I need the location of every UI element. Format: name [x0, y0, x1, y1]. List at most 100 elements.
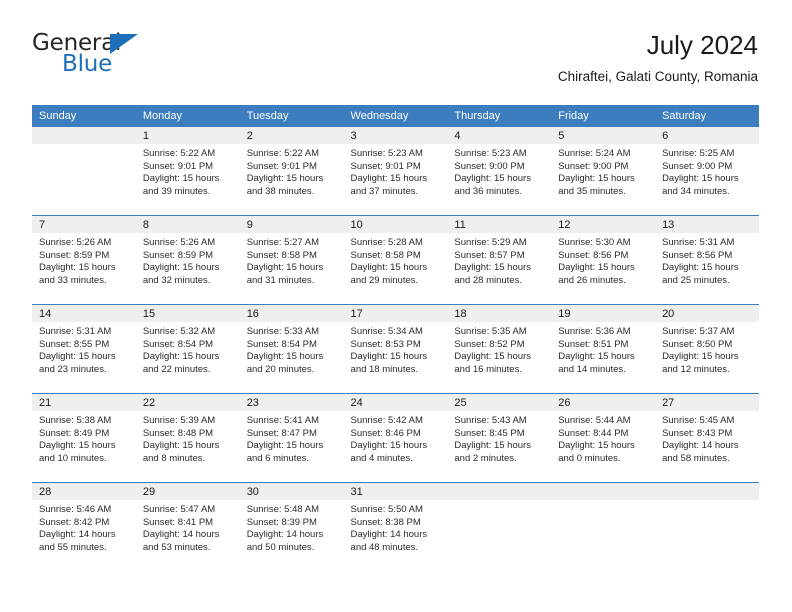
calendar-day-cell[interactable]: [447, 482, 552, 571]
general-blue-logo[interactable]: General Blue: [32, 30, 162, 77]
day-sun-info: Sunrise: 5:27 AM Sunset: 8:58 PM Daylight:…: [240, 233, 344, 287]
day-sun-info: Sunrise: 5:43 AM Sunset: 8:45 PM Daylight:…: [447, 411, 551, 465]
day-cell: 12 Sunrise: 5:30 AM Sunset: 8:56 PM Dayligh…: [551, 216, 656, 304]
empty-day-cell: [551, 483, 656, 571]
day-cell: 10 Sunrise: 5:28 AM Sunset: 8:58 PM Dayligh…: [343, 216, 448, 304]
weekday-header-tuesday: Tuesday: [239, 105, 344, 127]
calendar-day-cell[interactable]: 26 Sunrise: 5:44 AM Sunset: 8:44 PM Dayligh…: [551, 393, 656, 483]
calendar-day-cell[interactable]: 25 Sunrise: 5:43 AM Sunset: 8:45 PM Dayligh…: [447, 393, 552, 483]
sunrise-text: Sunrise: 5:46 AM: [39, 504, 112, 515]
calendar-day-cell[interactable]: 5 Sunrise: 5:24 AM Sunset: 9:00 PM Daylight…: [551, 127, 656, 216]
daylight-text: Daylight: 15 hours: [454, 262, 531, 274]
day-cell: 13 Sunrise: 5:31 AM Sunset: 8:56 PM Dayligh…: [655, 216, 759, 304]
calendar-day-cell[interactable]: 18 Sunrise: 5:35 AM Sunset: 8:52 PM Dayligh…: [447, 304, 552, 394]
calendar-day-cell[interactable]: 21 Sunrise: 5:38 AM Sunset: 8:49 PM Dayligh…: [32, 393, 136, 483]
calendar-day-cell[interactable]: 24 Sunrise: 5:42 AM Sunset: 8:46 PM Dayligh…: [343, 393, 448, 483]
day-number: 15: [135, 305, 240, 322]
calendar-day-cell[interactable]: [655, 482, 759, 571]
sunset-text: Sunset: 8:57 PM: [454, 249, 525, 261]
calendar-day-cell[interactable]: 9 Sunrise: 5:27 AM Sunset: 8:58 PM Daylight…: [239, 215, 344, 305]
calendar-day-cell[interactable]: 2 Sunrise: 5:22 AM Sunset: 9:01 PM Daylight…: [239, 127, 344, 216]
day-sun-info: Sunrise: 5:24 AM Sunset: 9:00 PM Daylight:…: [551, 144, 655, 198]
calendar-day-cell[interactable]: 4 Sunrise: 5:23 AM Sunset: 9:00 PM Daylight…: [447, 127, 552, 216]
calendar-week-row: 14 Sunrise: 5:31 AM Sunset: 8:55 PM Dayligh…: [32, 304, 759, 394]
daylight-text-cont: and 28 minutes.: [454, 274, 522, 286]
daylight-text: Daylight: 15 hours: [662, 262, 739, 274]
calendar-day-cell[interactable]: 23 Sunrise: 5:41 AM Sunset: 8:47 PM Dayligh…: [239, 393, 344, 483]
sunset-text: Sunset: 9:00 PM: [454, 160, 525, 172]
daylight-text-cont: and 23 minutes.: [39, 363, 107, 375]
daylight-text-cont: and 55 minutes.: [39, 541, 107, 553]
day-number: 19: [551, 305, 656, 322]
empty-day-cell: [655, 483, 759, 571]
day-sun-info: Sunrise: 5:36 AM Sunset: 8:51 PM Daylight:…: [551, 322, 655, 376]
day-cell: 5 Sunrise: 5:24 AM Sunset: 9:00 PM Daylight…: [551, 127, 656, 215]
day-number: 2: [239, 127, 344, 144]
calendar-day-cell[interactable]: 1 Sunrise: 5:22 AM Sunset: 9:01 PM Daylight…: [135, 127, 240, 216]
calendar-day-cell[interactable]: 3 Sunrise: 5:23 AM Sunset: 9:01 PM Daylight…: [343, 127, 448, 216]
day-sun-info: Sunrise: 5:39 AM Sunset: 8:48 PM Daylight:…: [136, 411, 240, 465]
calendar-day-cell[interactable]: [32, 127, 136, 216]
daylight-text: Daylight: 15 hours: [454, 440, 531, 452]
calendar-day-cell[interactable]: 13 Sunrise: 5:31 AM Sunset: 8:56 PM Dayligh…: [655, 215, 759, 305]
sunset-text: Sunset: 8:47 PM: [246, 427, 317, 439]
sunrise-text: Sunrise: 5:33 AM: [246, 326, 320, 337]
calendar-day-cell[interactable]: 31 Sunrise: 5:50 AM Sunset: 8:38 PM Dayligh…: [343, 482, 448, 571]
sunset-text: Sunset: 8:43 PM: [662, 427, 733, 439]
calendar-day-cell[interactable]: 6 Sunrise: 5:25 AM Sunset: 9:00 PM Daylight…: [655, 127, 759, 216]
calendar-day-cell[interactable]: 19 Sunrise: 5:36 AM Sunset: 8:51 PM Dayligh…: [551, 304, 656, 394]
calendar-day-cell[interactable]: 27 Sunrise: 5:45 AM Sunset: 8:43 PM Dayligh…: [655, 393, 759, 483]
calendar-day-cell[interactable]: 12 Sunrise: 5:30 AM Sunset: 8:56 PM Dayligh…: [551, 215, 656, 305]
sunset-text: Sunset: 8:41 PM: [142, 516, 214, 528]
day-number: 9: [239, 216, 344, 233]
calendar-day-cell[interactable]: 8 Sunrise: 5:26 AM Sunset: 8:59 PM Daylight…: [135, 215, 240, 305]
daylight-text-cont: and 25 minutes.: [662, 274, 730, 286]
day-cell: 1 Sunrise: 5:22 AM Sunset: 9:01 PM Daylight…: [135, 127, 240, 215]
weekday-header-monday: Monday: [135, 105, 240, 127]
daylight-text-cont: and 39 minutes.: [142, 185, 211, 197]
sunset-text: Sunset: 8:44 PM: [558, 427, 629, 439]
day-number: 30: [239, 483, 344, 500]
day-sun-info: Sunrise: 5:50 AM Sunset: 8:38 PM Daylight:…: [344, 500, 448, 554]
calendar-day-cell[interactable]: 28 Sunrise: 5:46 AM Sunset: 8:42 PM Dayligh…: [32, 482, 136, 571]
sunset-text: Sunset: 8:50 PM: [662, 338, 733, 350]
sunrise-text: Sunrise: 5:41 AM: [246, 415, 320, 426]
daylight-text: Daylight: 15 hours: [246, 262, 324, 274]
sunrise-text: Sunrise: 5:50 AM: [350, 504, 423, 515]
calendar-day-cell[interactable]: 10 Sunrise: 5:28 AM Sunset: 8:58 PM Dayligh…: [343, 215, 448, 305]
calendar-week-row: 7 Sunrise: 5:26 AM Sunset: 8:59 PM Daylight…: [32, 215, 759, 305]
daylight-text: Daylight: 14 hours: [246, 529, 324, 541]
calendar-day-cell[interactable]: 16 Sunrise: 5:33 AM Sunset: 8:54 PM Dayligh…: [239, 304, 344, 394]
day-number: 21: [32, 394, 136, 411]
daylight-text-cont: and 58 minutes.: [662, 452, 730, 464]
calendar-day-cell[interactable]: 17 Sunrise: 5:34 AM Sunset: 8:53 PM Dayligh…: [343, 304, 448, 394]
calendar-day-cell[interactable]: [551, 482, 656, 571]
calendar-day-cell[interactable]: 30 Sunrise: 5:48 AM Sunset: 8:39 PM Dayligh…: [239, 482, 344, 571]
day-number: 1: [135, 127, 240, 144]
daylight-text-cont: and 29 minutes.: [350, 274, 419, 286]
calendar-week-row: 1 Sunrise: 5:22 AM Sunset: 9:01 PM Daylight…: [32, 127, 759, 216]
daylight-text: Daylight: 15 hours: [558, 440, 635, 452]
empty-day-cell: [447, 483, 552, 571]
day-sun-info: Sunrise: 5:26 AM Sunset: 8:59 PM Daylight:…: [32, 233, 136, 287]
daylight-text: Daylight: 15 hours: [350, 351, 428, 363]
day-number: 27: [655, 394, 759, 411]
daylight-text-cont: and 8 minutes.: [142, 452, 206, 464]
day-number: [551, 483, 656, 500]
calendar-day-cell[interactable]: 20 Sunrise: 5:37 AM Sunset: 8:50 PM Dayligh…: [655, 304, 759, 394]
day-number: 28: [32, 483, 136, 500]
calendar-day-cell[interactable]: 22 Sunrise: 5:39 AM Sunset: 8:48 PM Dayligh…: [135, 393, 240, 483]
daylight-text: Daylight: 15 hours: [350, 440, 428, 452]
sunrise-text: Sunrise: 5:22 AM: [142, 148, 216, 159]
day-cell: 14 Sunrise: 5:31 AM Sunset: 8:55 PM Dayligh…: [32, 305, 136, 393]
calendar-day-cell[interactable]: 7 Sunrise: 5:26 AM Sunset: 8:59 PM Daylight…: [32, 215, 136, 305]
daylight-text: Daylight: 14 hours: [39, 529, 116, 541]
daylight-text-cont: and 0 minutes.: [558, 452, 621, 464]
sunset-text: Sunset: 8:39 PM: [246, 516, 317, 528]
calendar-day-cell[interactable]: 29 Sunrise: 5:47 AM Sunset: 8:41 PM Dayligh…: [135, 482, 240, 571]
day-cell: 30 Sunrise: 5:48 AM Sunset: 8:39 PM Dayligh…: [239, 483, 344, 571]
calendar-day-cell[interactable]: 14 Sunrise: 5:31 AM Sunset: 8:55 PM Dayligh…: [32, 304, 136, 394]
empty-day-cell: [32, 127, 136, 215]
calendar-day-cell[interactable]: 11 Sunrise: 5:29 AM Sunset: 8:57 PM Dayligh…: [447, 215, 552, 305]
calendar-day-cell[interactable]: 15 Sunrise: 5:32 AM Sunset: 8:54 PM Dayligh…: [135, 304, 240, 394]
